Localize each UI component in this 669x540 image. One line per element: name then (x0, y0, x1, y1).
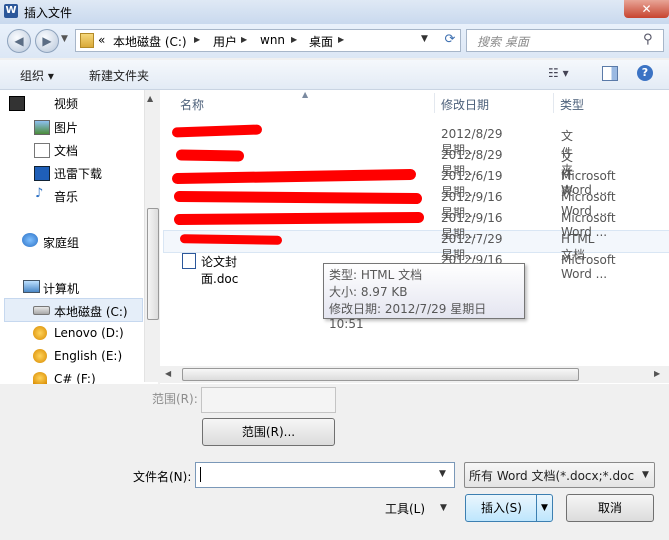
breadcrumb-desktop[interactable]: 桌面 (309, 33, 333, 50)
address-history-chevron-down-icon[interactable]: ▼ (421, 34, 428, 44)
file-name: 论文封面.doc (201, 255, 239, 286)
redaction-mark (173, 190, 423, 205)
file-type: Microsoft Word ... (561, 253, 616, 281)
hard-drive-icon (33, 306, 50, 315)
column-divider[interactable] (553, 93, 554, 113)
nav-item-drive-f[interactable]: C# (F:) (54, 372, 96, 384)
breadcrumb-overflow[interactable]: « (98, 33, 105, 47)
column-header-type[interactable]: 类型 (560, 96, 584, 113)
range-label: 范围(R): (152, 392, 198, 406)
breadcrumb-separator-icon[interactable]: ▶ (194, 35, 200, 44)
scroll-left-icon[interactable]: ◀ (165, 369, 171, 378)
search-input[interactable]: 搜索 桌面 (477, 33, 529, 50)
new-folder-button[interactable]: 新建文件夹 (89, 67, 149, 84)
organize-button[interactable]: 组织 ▾ (20, 67, 54, 84)
scroll-right-icon[interactable]: ▶ (654, 369, 660, 378)
filename-combobox[interactable]: ▼ (195, 462, 455, 488)
nav-item-downloads[interactable]: 迅雷下载 (54, 165, 102, 182)
insert-options-chevron-down-icon[interactable]: ▼ (536, 494, 553, 522)
pictures-icon (34, 120, 50, 135)
word-document-icon (182, 253, 196, 269)
nav-item-computer[interactable]: 计算机 (43, 280, 79, 297)
tooltip-type: 类型: HTML 文档 (329, 268, 423, 282)
file-info-tooltip: 类型: HTML 文档 大小: 8.97 KB 修改日期: 2012/7/29 … (323, 263, 525, 331)
cancel-button[interactable]: 取消 (566, 494, 654, 522)
preview-pane-icon[interactable] (602, 66, 618, 81)
title-bar (0, 0, 669, 24)
recent-pages-chevron-icon[interactable]: ▼ (61, 34, 68, 44)
breadcrumb-separator-icon[interactable]: ▶ (241, 35, 247, 44)
redaction-mark (179, 234, 283, 245)
nav-item-drive-d[interactable]: Lenovo (D:) (54, 326, 124, 340)
nav-item-videos[interactable]: 视频 (54, 95, 78, 112)
nav-item-drive-c[interactable]: 本地磁盘 (C:) (54, 303, 128, 320)
thunder-downloads-icon (34, 166, 50, 181)
documents-icon (34, 143, 50, 158)
filetype-select[interactable]: 所有 Word 文档(*.docx;*.doc ▼ (464, 462, 655, 488)
nav-item-homegroup[interactable]: 家庭组 (43, 234, 79, 251)
video-library-icon (9, 96, 25, 111)
tooltip-modified: 修改日期: 2012/7/29 星期日 10:51 (329, 302, 487, 331)
music-icon: ♪ (35, 186, 44, 201)
breadcrumb-drive[interactable]: 本地磁盘 (C:) (113, 33, 187, 50)
forward-button[interactable]: ▶ (35, 29, 59, 53)
scrollbar-thumb[interactable] (147, 208, 159, 320)
homegroup-icon (22, 233, 38, 247)
text-caret (200, 467, 201, 482)
filetype-chevron-down-icon[interactable]: ▼ (637, 463, 654, 487)
view-options-icon[interactable]: ☷ ▾ (548, 66, 569, 80)
nav-item-pictures[interactable]: 图片 (54, 119, 78, 136)
navigation-pane-scrollbar[interactable]: ▲ (144, 90, 160, 382)
window-close-button[interactable]: ✕ (624, 0, 669, 18)
breadcrumb-user[interactable]: wnn (260, 33, 285, 47)
redaction-mark (175, 149, 245, 162)
nav-item-drive-e[interactable]: English (E:) (54, 349, 122, 363)
drive-f-icon (33, 372, 47, 384)
filetype-value: 所有 Word 文档(*.docx;*.doc (469, 469, 635, 483)
address-bar[interactable]: « 本地磁盘 (C:) ▶ 用户 ▶ wnn ▶ 桌面 ▶ ▼ (75, 29, 461, 52)
column-divider[interactable] (434, 93, 435, 113)
sort-ascending-icon: ▲ (302, 90, 309, 99)
range-button[interactable]: 范围(R)... (202, 418, 335, 446)
filename-dropdown-chevron-down-icon[interactable]: ▼ (439, 469, 446, 479)
word-app-icon: W (4, 4, 18, 18)
drive-e-icon (33, 349, 47, 363)
horizontal-scroll-thumb[interactable] (182, 368, 579, 381)
tooltip-size: 大小: 8.97 KB (329, 285, 408, 299)
breadcrumb-users[interactable]: 用户 (213, 33, 237, 50)
refresh-icon[interactable]: ⟳ (441, 31, 459, 49)
tools-chevron-down-icon[interactable]: ▼ (440, 503, 447, 513)
breadcrumb-separator-icon[interactable]: ▶ (338, 35, 344, 44)
drive-d-icon (33, 326, 47, 340)
search-box[interactable]: 搜索 桌面 ⚲ (466, 29, 664, 52)
help-icon[interactable]: ? (637, 65, 653, 81)
redaction-mark (173, 211, 425, 226)
file-list-horizontal-scrollbar[interactable]: ◀ ▶ (160, 366, 669, 383)
tools-button[interactable]: 工具(L) (385, 500, 425, 517)
insert-button[interactable]: 插入(S) (465, 494, 538, 522)
column-header-modified[interactable]: 修改日期 (441, 96, 489, 113)
back-button[interactable]: ◀ (7, 29, 31, 53)
search-icon[interactable]: ⚲ (643, 32, 653, 47)
nav-item-music[interactable]: 音乐 (54, 188, 78, 205)
window-title: 插入文件 (24, 6, 73, 20)
computer-icon (23, 280, 40, 293)
folder-icon (80, 33, 94, 48)
scroll-up-icon[interactable]: ▲ (147, 94, 153, 103)
column-header-name[interactable]: 名称 (180, 96, 204, 113)
range-input[interactable] (201, 387, 336, 413)
filename-label: 文件名(N): (133, 470, 192, 484)
breadcrumb-separator-icon[interactable]: ▶ (291, 35, 297, 44)
nav-item-documents[interactable]: 文档 (54, 142, 78, 159)
